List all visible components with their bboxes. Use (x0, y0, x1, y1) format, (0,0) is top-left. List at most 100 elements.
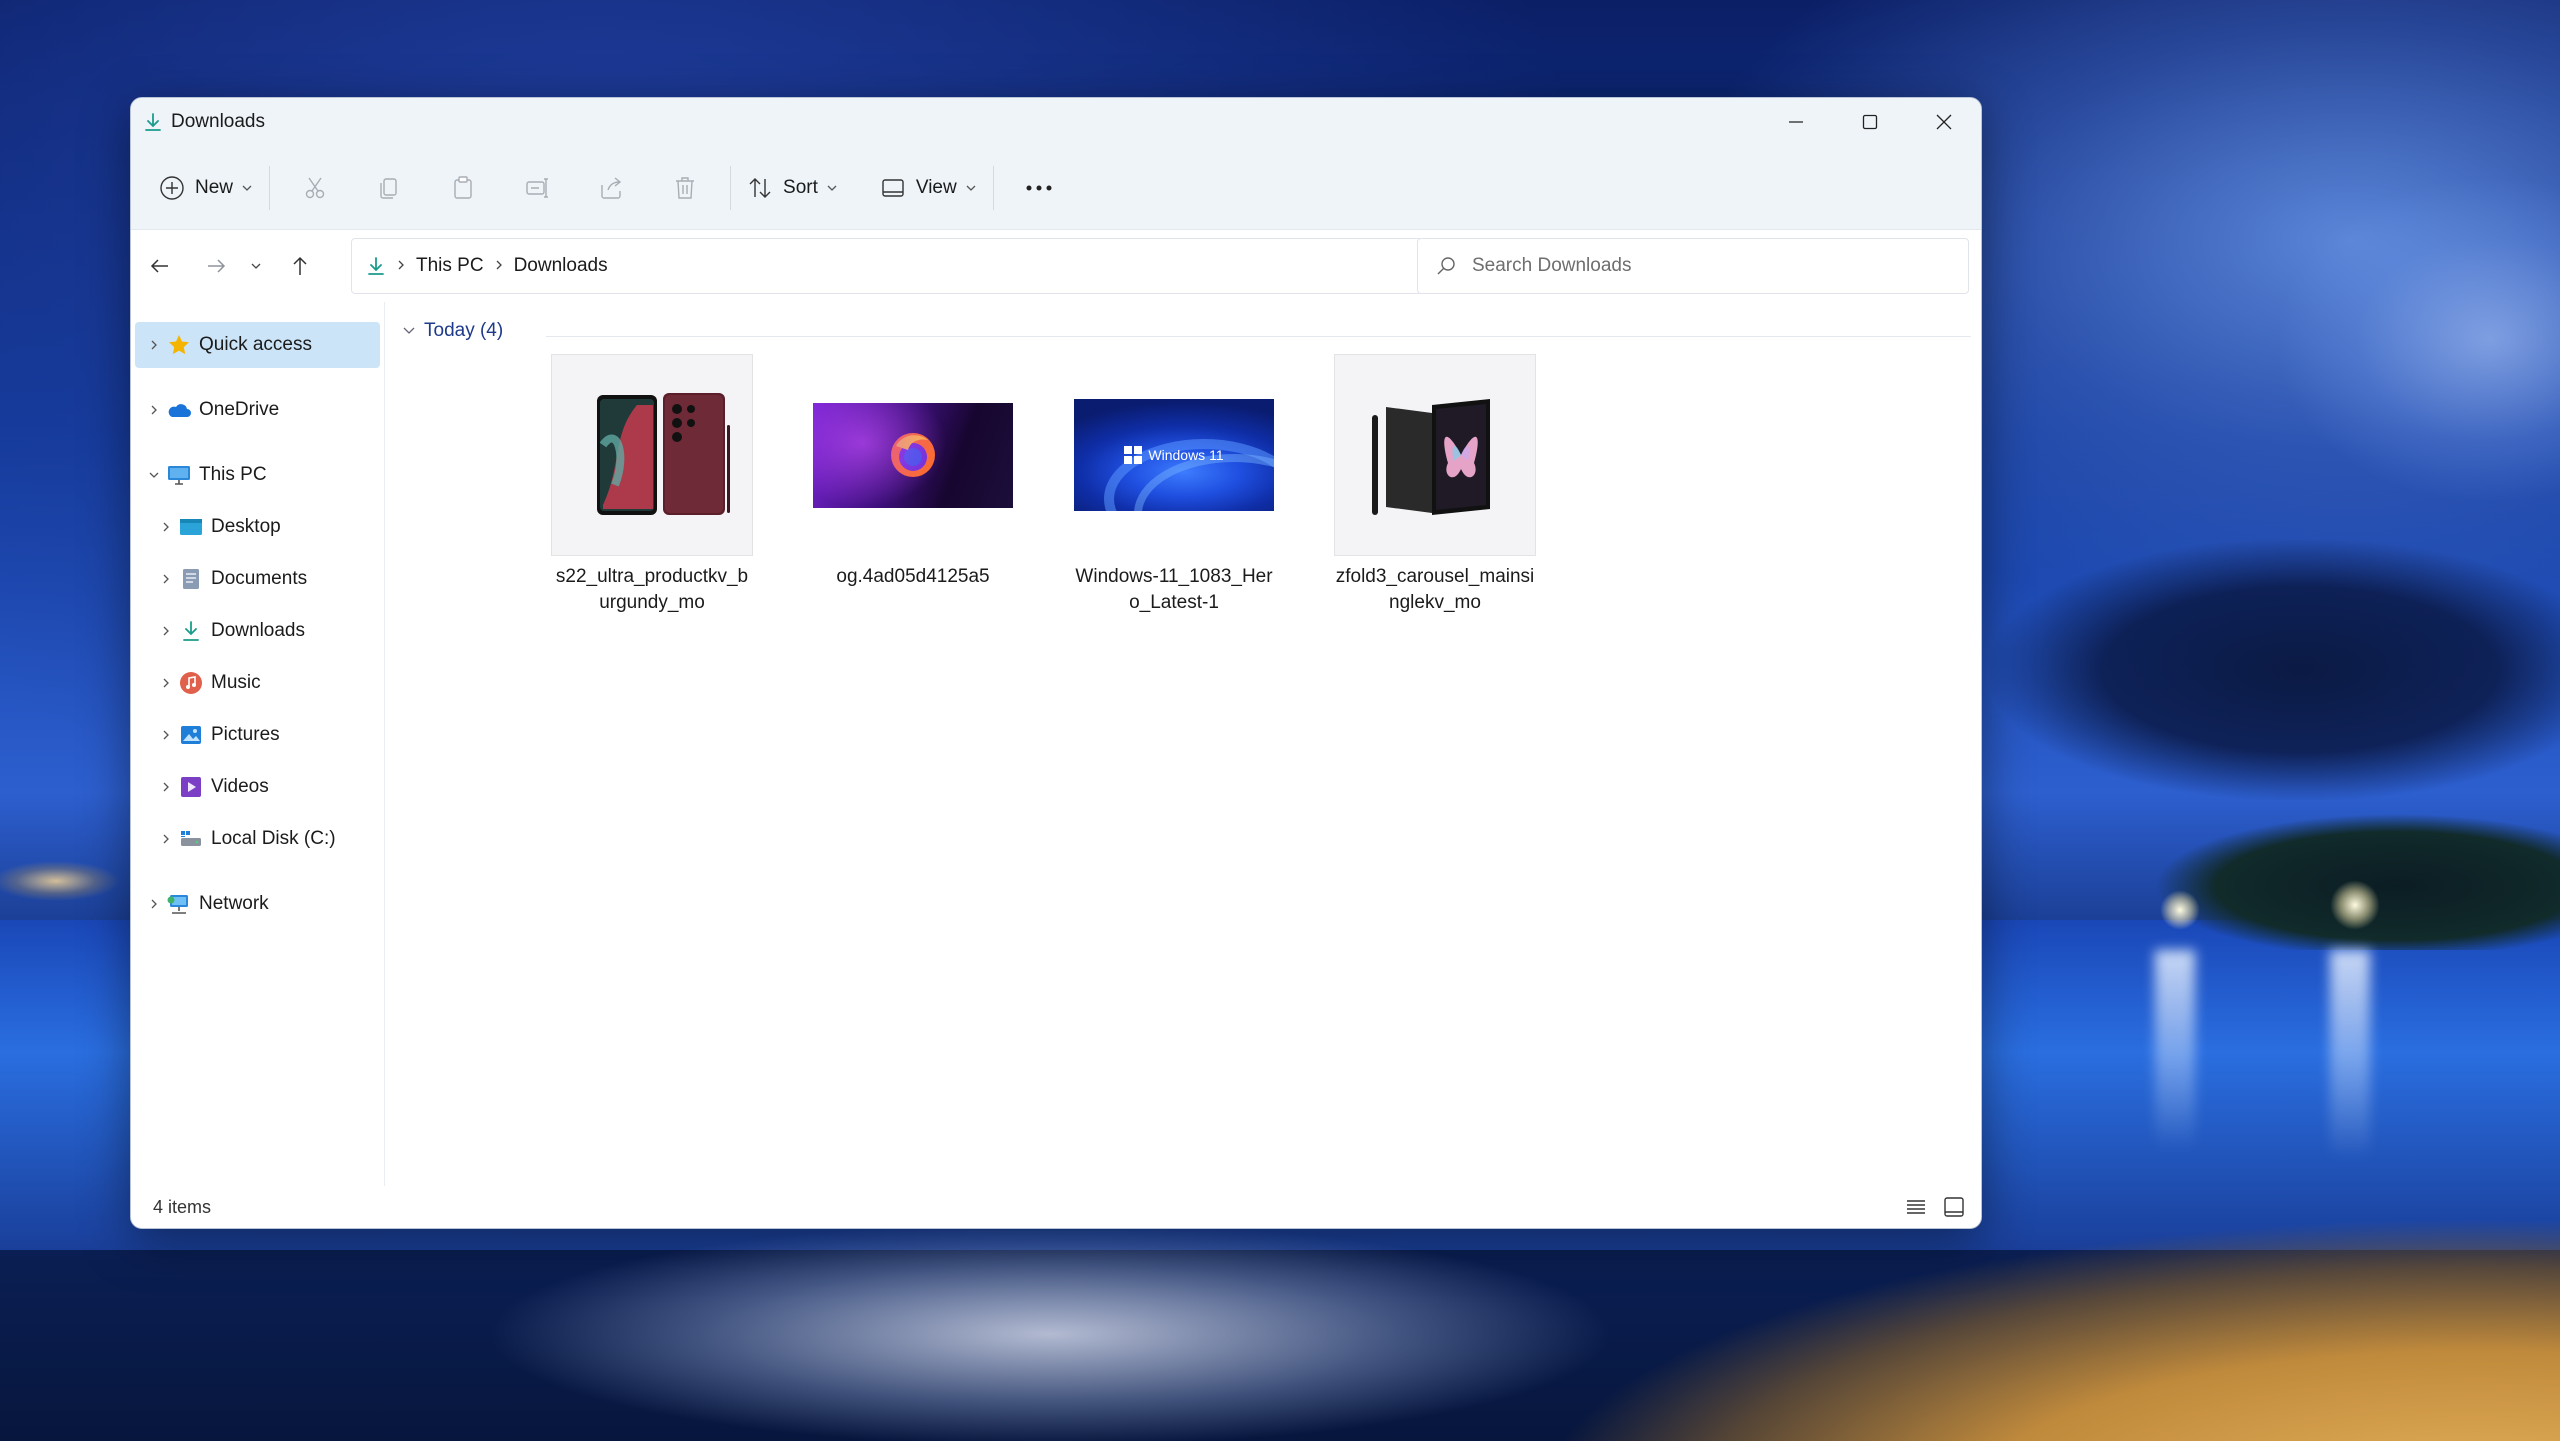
file-name: Windows-11_1083_Hero_Latest-1 (1075, 566, 1273, 613)
chevron-right-icon[interactable] (155, 677, 177, 689)
sidebar-item-label: Network (199, 893, 269, 914)
group-divider (546, 336, 1971, 337)
trash-icon (676, 176, 695, 199)
sidebar-item-desktop[interactable]: Desktop (147, 504, 380, 550)
sidebar-item-label: Downloads (211, 620, 305, 641)
chevron-right-icon[interactable] (155, 625, 177, 637)
chevron-right-icon[interactable] (155, 781, 177, 793)
sidebar-item-label: Pictures (211, 724, 280, 745)
copy-button[interactable] (359, 164, 419, 212)
details-view-button[interactable] (1903, 1194, 1929, 1220)
forward-button[interactable] (193, 243, 239, 289)
sidebar-item-network[interactable]: Network (135, 881, 380, 927)
recent-locations-button[interactable] (241, 243, 271, 289)
breadcrumb-downloads[interactable]: Downloads (514, 255, 608, 277)
image-thumbnail (812, 354, 1014, 556)
search-input[interactable]: Search Downloads (1472, 255, 1631, 277)
search-box[interactable]: Search Downloads (1417, 238, 1969, 294)
scissors-icon (305, 177, 325, 198)
command-separator (730, 165, 732, 210)
file-name: s22_ultra_productkv_burgundy_mo (555, 566, 749, 613)
thumbnail-view-button[interactable] (1941, 1194, 1967, 1220)
sort-icon (749, 177, 771, 198)
file-name: og.4ad05d4125a5 (836, 566, 990, 587)
chevron-right-icon[interactable] (143, 898, 165, 910)
download-icon (141, 110, 165, 134)
chevron-right-icon[interactable] (143, 404, 165, 416)
paste-icon (454, 175, 472, 199)
sidebar-item-label: Videos (211, 776, 269, 797)
share-button[interactable] (581, 164, 641, 212)
image-thumbnail: Windows 11 (1073, 354, 1275, 556)
file-tile[interactable]: zfold3_carousel_mainsinglekv_mo (1334, 354, 1536, 616)
image-thumbnail (1334, 354, 1536, 556)
copy-icon (380, 177, 397, 199)
sidebar-item-quick-access[interactable]: Quick access (135, 322, 380, 368)
view-button[interactable]: View (872, 164, 985, 212)
title-bar[interactable]: Downloads (131, 98, 1981, 146)
search-icon (1436, 256, 1456, 276)
download-icon (366, 256, 386, 276)
network-icon (165, 890, 193, 918)
minimize-button[interactable] (1759, 98, 1833, 146)
navigation-pane: Quick access OneDrive This PC Desktop Do… (131, 302, 385, 1186)
file-list-pane[interactable]: Today (4) s22_ultra_productkv_burgundy_m… (386, 302, 1981, 1186)
file-tile[interactable]: Windows 11 Windows-11_1083_Hero_Latest-1 (1073, 354, 1275, 616)
download-icon (177, 617, 205, 645)
chevron-down-icon (966, 185, 976, 191)
more-options-button[interactable] (1009, 164, 1069, 212)
command-separator (992, 165, 994, 210)
chevron-down-icon (242, 185, 252, 191)
plus-circle-icon (160, 175, 184, 200)
sort-button[interactable]: Sort (739, 164, 846, 212)
cloud-icon (165, 396, 193, 424)
file-name: zfold3_carousel_mainsinglekv_mo (1335, 566, 1535, 613)
sidebar-item-label: Music (211, 672, 261, 693)
address-bar[interactable]: This PC Downloads (351, 238, 1531, 294)
sidebar-item-pictures[interactable]: Pictures (147, 712, 380, 758)
rename-icon (526, 177, 549, 198)
status-bar: 4 items (131, 1186, 1981, 1228)
close-button[interactable] (1907, 98, 1981, 146)
chevron-down-icon[interactable] (143, 469, 165, 481)
drive-icon (177, 825, 205, 853)
view-button-label: View (915, 176, 957, 198)
sidebar-item-label: OneDrive (199, 399, 280, 420)
sidebar-item-local-disk[interactable]: Local Disk (C:) (147, 816, 380, 862)
sidebar-item-music[interactable]: Music (147, 660, 380, 706)
sidebar-item-onedrive[interactable]: OneDrive (135, 387, 380, 433)
group-header-today[interactable]: Today (4) (402, 320, 503, 342)
new-button[interactable]: New (151, 164, 261, 212)
delete-button[interactable] (655, 164, 715, 212)
windows-logo-icon: Windows 11 (1124, 446, 1224, 464)
view-icon (882, 178, 904, 197)
back-button[interactable] (137, 243, 183, 289)
item-count: 4 items (153, 1196, 212, 1217)
image-thumbnail (551, 354, 753, 556)
sidebar-item-label: Documents (211, 568, 308, 589)
sidebar-item-videos[interactable]: Videos (147, 764, 380, 810)
window-title: Downloads (171, 111, 265, 132)
chevron-right-icon[interactable] (155, 833, 177, 845)
chevron-right-icon[interactable] (155, 573, 177, 585)
breadcrumb-this-pc[interactable]: This PC (416, 255, 484, 277)
rename-button[interactable] (507, 164, 567, 212)
sidebar-item-documents[interactable]: Documents (147, 556, 380, 602)
arrow-left-icon (150, 259, 168, 273)
sidebar-item-this-pc[interactable]: This PC (135, 452, 380, 498)
maximize-button[interactable] (1833, 98, 1907, 146)
desktop-folder-icon (177, 513, 205, 541)
sidebar-item-downloads[interactable]: Downloads (147, 608, 380, 654)
pictures-icon (177, 721, 205, 749)
cut-button[interactable] (285, 164, 345, 212)
chevron-right-icon[interactable] (155, 521, 177, 533)
file-tile[interactable]: s22_ultra_productkv_burgundy_mo (551, 354, 753, 616)
up-button[interactable] (277, 243, 323, 289)
file-explorer-window: Downloads New Sort View This PC Download… (130, 97, 1982, 1229)
paste-button[interactable] (433, 164, 493, 212)
more-icon (1026, 185, 1052, 190)
chevron-right-icon[interactable] (155, 729, 177, 741)
file-tile[interactable]: og.4ad05d4125a5 (812, 354, 1014, 590)
sidebar-item-label: This PC (199, 464, 267, 485)
chevron-right-icon[interactable] (143, 339, 165, 351)
